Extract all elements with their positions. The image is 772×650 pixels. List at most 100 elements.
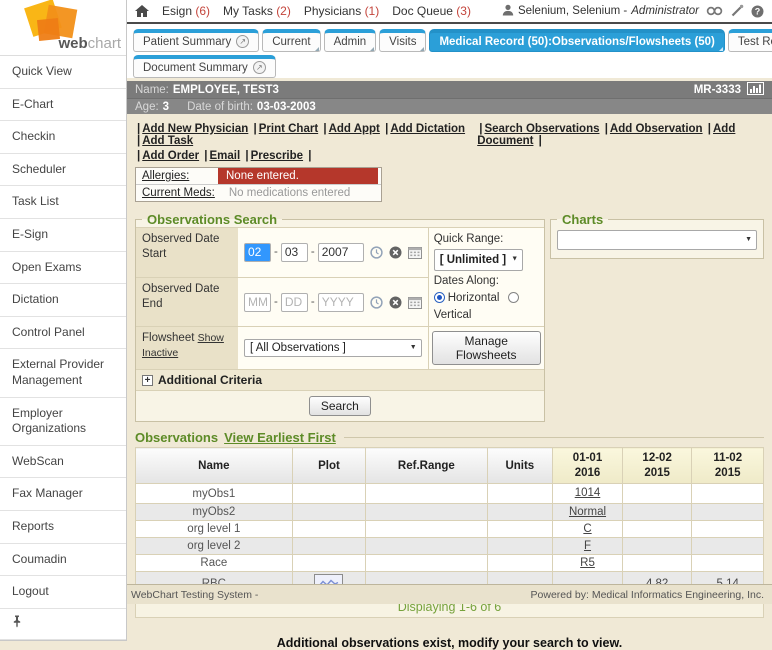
table-row: Race R5 <box>136 555 764 572</box>
user-menu[interactable]: Selenium, Selenium - Administrator <box>502 4 699 19</box>
sidebar-item-open-exams[interactable]: Open Exams <box>0 252 126 285</box>
charts-panel: Charts ▼ <box>550 212 764 259</box>
obs-value-link[interactable]: 10 <box>575 486 588 501</box>
nav-my-tasks[interactable]: My Tasks (2) <box>223 4 291 18</box>
quick-links-row-1: |Add New Physician |Print Chart |Add App… <box>135 123 764 147</box>
clock-icon[interactable] <box>370 296 383 309</box>
age-label: Age: <box>135 101 159 113</box>
link-add-task[interactable]: Add Task <box>142 135 193 147</box>
link-icon[interactable] <box>706 5 723 17</box>
sidebar: webchart Quick View E-Chart Checkin Sche… <box>0 0 127 641</box>
link-add-new-physician[interactable]: Add New Physician <box>142 123 248 135</box>
sidebar-item-control-panel[interactable]: Control Panel <box>0 317 126 350</box>
obs-value-link[interactable]: C <box>583 523 591 535</box>
help-icon[interactable]: ? <box>751 5 764 18</box>
start-month-input[interactable] <box>244 243 271 262</box>
sidebar-item-webscan[interactable]: WebScan <box>0 446 126 479</box>
popout-icon[interactable]: ↗ <box>236 35 249 48</box>
link-print-chart[interactable]: Print Chart <box>259 123 318 135</box>
allergies-value: None entered. <box>218 168 378 184</box>
sidebar-item-fax-manager[interactable]: Fax Manager <box>0 478 126 511</box>
sidebar-item-employer-organizations[interactable]: Employer Organizations <box>0 398 126 446</box>
calendar-icon[interactable] <box>408 246 422 259</box>
webchart-logo[interactable]: webchart <box>0 0 126 56</box>
obs-name: org level 2 <box>136 538 293 555</box>
home-icon[interactable] <box>135 5 149 17</box>
end-month-input[interactable] <box>244 293 271 312</box>
observed-date-end-label: Observed Date End <box>136 277 238 327</box>
tab-patient-summary[interactable]: Patient Summary↗ <box>133 29 259 52</box>
wand-icon[interactable] <box>730 4 744 18</box>
end-day-input[interactable] <box>281 293 308 312</box>
link-search-observations[interactable]: Search Observations <box>484 123 599 135</box>
obs-value-link[interactable]: 14 <box>588 486 601 501</box>
tab-visits[interactable]: Visits <box>379 29 426 52</box>
tab-test-results[interactable]: Test Results <box>728 29 772 52</box>
allergies-link[interactable]: Allergies: <box>142 170 189 182</box>
top-navbar: Esign (6) My Tasks (2) Physicians (1) Do… <box>127 0 772 24</box>
manage-flowsheets-button[interactable]: Manage Flowsheets <box>432 331 541 365</box>
additional-criteria-toggle[interactable]: + Additional Criteria <box>136 369 544 390</box>
sidebar-item-reports[interactable]: Reports <box>0 511 126 544</box>
sidebar-item-coumadin[interactable]: Coumadin <box>0 544 126 577</box>
start-year-input[interactable] <box>318 243 364 262</box>
horizontal-radio[interactable] <box>434 292 445 303</box>
calendar-icon[interactable] <box>408 296 422 309</box>
popout-icon[interactable]: ↗ <box>253 61 266 74</box>
obs-value-link[interactable]: F <box>584 540 591 552</box>
nav-esign[interactable]: Esign (6) <box>162 4 210 18</box>
sidebar-pin-toggle[interactable] <box>0 609 126 641</box>
logo-wordmark: webchart <box>58 35 121 52</box>
vertical-radio[interactable] <box>508 292 519 303</box>
link-email[interactable]: Email <box>210 150 241 162</box>
nav-physicians[interactable]: Physicians (1) <box>304 4 379 18</box>
tab-current[interactable]: Current <box>262 29 320 52</box>
link-add-appt[interactable]: Add Appt <box>329 123 380 135</box>
col-header-date-2: 12-022015 <box>622 448 692 484</box>
obs-value-link[interactable]: Normal <box>569 506 606 518</box>
quick-range-select[interactable]: [ Unlimited ]▼ <box>434 249 523 272</box>
col-header-date-1: 01-012016 <box>553 448 623 484</box>
content-area: |Add New Physician |Print Chart |Add App… <box>127 114 772 650</box>
clear-date-icon[interactable] <box>389 246 402 259</box>
tab-menu-indicator <box>420 47 424 51</box>
link-add-order[interactable]: Add Order <box>142 150 199 162</box>
charts-select[interactable]: ▼ <box>557 230 757 250</box>
sidebar-item-external-provider-management[interactable]: External Provider Management <box>0 349 126 397</box>
observed-date-start-label: Observed Date Start <box>136 227 238 277</box>
dob-label: Date of birth: <box>187 101 253 113</box>
tab-document-summary[interactable]: Document Summary↗ <box>133 55 276 78</box>
nav-doc-queue[interactable]: Doc Queue (3) <box>392 4 471 18</box>
tab-admin[interactable]: Admin <box>324 29 377 52</box>
current-meds-link[interactable]: Current Meds: <box>142 187 215 199</box>
sidebar-item-e-chart[interactable]: E-Chart <box>0 89 126 122</box>
tab-medical-record-observations[interactable]: Medical Record (50):Observations/Flowshe… <box>429 29 724 52</box>
end-year-input[interactable] <box>318 293 364 312</box>
sidebar-item-e-sign[interactable]: E-Sign <box>0 219 126 252</box>
manage-flowsheets-cell: Manage Flowsheets <box>428 326 544 369</box>
link-prescribe[interactable]: Prescribe <box>251 150 303 162</box>
additional-observations-message: Additional observations exist, modify yo… <box>135 636 764 650</box>
clear-date-icon[interactable] <box>389 296 402 309</box>
footer-left-text: WebChart Testing System - <box>131 589 258 601</box>
sidebar-item-quick-view[interactable]: Quick View <box>0 56 126 89</box>
search-button[interactable]: Search <box>309 396 371 416</box>
chart-graph-icon[interactable] <box>747 82 764 98</box>
allergies-meds-box: Allergies: None entered. Current Meds: N… <box>135 167 382 202</box>
start-day-input[interactable] <box>281 243 308 262</box>
clock-icon[interactable] <box>370 246 383 259</box>
patient-name: EMPLOYEE, TEST3 <box>173 84 279 96</box>
sidebar-item-task-list[interactable]: Task List <box>0 186 126 219</box>
sidebar-item-checkin[interactable]: Checkin <box>0 121 126 154</box>
link-add-observation[interactable]: Add Observation <box>610 123 703 135</box>
flowsheet-select[interactable]: [ All Observations ]▼ <box>244 339 422 357</box>
sidebar-item-dictation[interactable]: Dictation <box>0 284 126 317</box>
patient-age: 3 <box>163 101 169 113</box>
view-earliest-first-link[interactable]: View Earliest First <box>224 430 336 445</box>
flowsheet-select-cell: [ All Observations ]▼ <box>238 326 428 369</box>
sidebar-item-scheduler[interactable]: Scheduler <box>0 154 126 187</box>
current-meds-value: No medications entered <box>221 185 381 201</box>
link-add-dictation[interactable]: Add Dictation <box>390 123 465 135</box>
col-header-ref-range: Ref.Range <box>366 448 487 484</box>
obs-value-link[interactable]: R5 <box>580 557 595 569</box>
